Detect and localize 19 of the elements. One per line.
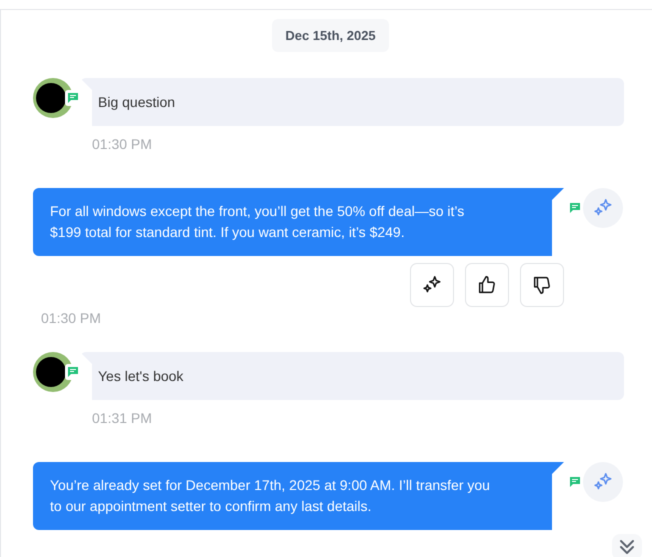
- date-chip: Dec 15th, 2025: [272, 19, 389, 52]
- avatar: [33, 352, 73, 392]
- thumbs-up-icon: [476, 274, 498, 296]
- avatar: [33, 78, 73, 118]
- double-chevron-icon: [617, 537, 637, 557]
- regenerate-button[interactable]: [410, 263, 454, 307]
- message-bubble: For all windows except the front, you’ll get the 50% off deal—so it’s $199 total for standard tint. If you want ceramic, it’s $249.: [33, 188, 564, 256]
- scroll-down-button[interactable]: [612, 534, 642, 557]
- message-bubble: You’re already set for December 17th, 2025 at 9:00 AM. I’ll transfer you to our appointment setter to confirm any last details.: [33, 462, 564, 530]
- chat-icon: [569, 476, 581, 488]
- thumbs-down-button[interactable]: [520, 263, 564, 307]
- chat-icon: [569, 202, 581, 214]
- thumbs-up-button[interactable]: [465, 263, 509, 307]
- timestamp: 01:31 PM: [92, 410, 153, 426]
- timestamp: 01:30 PM: [92, 136, 153, 152]
- message-bubble: Big question: [80, 78, 624, 126]
- message-bubble: Yes let's book: [80, 352, 624, 400]
- thumbs-down-icon: [531, 274, 553, 296]
- timestamp: 01:30 PM: [41, 310, 102, 326]
